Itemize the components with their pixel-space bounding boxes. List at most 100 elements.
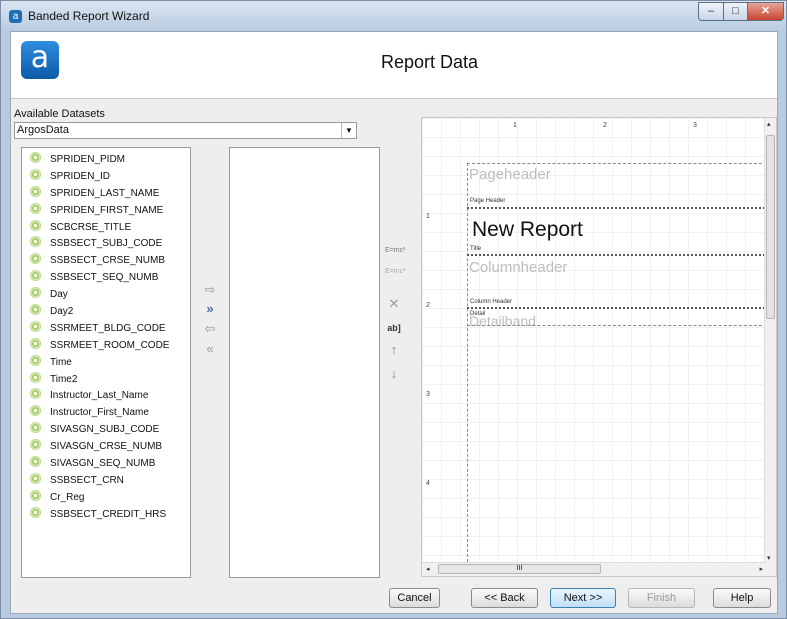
field-icon <box>30 304 41 316</box>
field-icon <box>30 168 41 180</box>
field-label: SCBCRSE_TITLE <box>50 221 132 233</box>
field-icon <box>30 405 41 417</box>
title-band-divider[interactable] <box>467 254 776 256</box>
app-icon: a <box>9 10 22 23</box>
formula-icon[interactable]: E=mc² <box>385 247 405 263</box>
dataset-dropdown[interactable]: ArgosData ▼ <box>14 122 357 139</box>
field-list-item[interactable]: SSBSECT_SEQ_NUMB <box>22 270 190 287</box>
column-header-band-divider[interactable] <box>467 307 776 309</box>
wizard-window: a Banded Report Wizard – □ ✕ a Report Da… <box>0 0 787 619</box>
field-icon <box>30 253 41 265</box>
scroll-down-arrow-icon[interactable]: ▾ <box>767 554 771 562</box>
field-list-item[interactable]: SIVASGN_SUBJ_CODE <box>22 422 190 439</box>
back-button[interactable]: << Back <box>471 588 538 608</box>
field-list-item[interactable]: SSRMEET_ROOM_CODE <box>22 337 190 355</box>
field-list-item[interactable]: Time <box>22 354 190 372</box>
field-icon <box>30 185 41 197</box>
field-list-item[interactable]: Cr_Reg <box>22 489 190 507</box>
field-list-item[interactable]: Time2 <box>22 371 190 389</box>
remove-all-fields-button[interactable]: « <box>201 342 219 356</box>
field-label: SSBSECT_SEQ_NUMB <box>50 272 159 284</box>
horizontal-scrollbar[interactable]: ◂ III ▸ <box>422 562 767 576</box>
field-icon <box>30 236 41 248</box>
field-list-item[interactable]: SSBSECT_CRSE_NUMB <box>22 253 190 270</box>
minimize-button[interactable]: – <box>698 2 724 21</box>
rename-icon[interactable]: ab] <box>385 320 403 336</box>
field-list-item[interactable]: SIVASGN_SEQ_NUMB <box>22 456 190 473</box>
argos-logo: a <box>21 41 59 79</box>
selected-fields-list[interactable] <box>229 147 380 578</box>
field-list-item[interactable]: SSRMEET_BLDG_CODE <box>22 320 190 338</box>
ruler-top-2: 2 <box>603 122 607 129</box>
delete-icon[interactable]: ✕ <box>385 296 403 312</box>
field-list-item[interactable]: SPRIDEN_LAST_NAME <box>22 185 190 203</box>
page-header-band-divider[interactable] <box>467 207 776 209</box>
scroll-right-arrow-icon[interactable]: ▸ <box>759 565 763 573</box>
dropdown-arrow-icon[interactable]: ▼ <box>341 123 356 138</box>
field-icon <box>30 337 41 349</box>
field-icon <box>30 152 41 163</box>
pageheader-ghost-text: Pageheader <box>469 166 551 183</box>
field-label: Instructor_Last_Name <box>50 390 149 402</box>
ruler-top-1: 1 <box>513 122 517 129</box>
field-list-item[interactable]: Instructor_Last_Name <box>22 388 190 405</box>
field-label: SSRMEET_BLDG_CODE <box>50 322 166 334</box>
ruler-left-1: 1 <box>426 213 430 220</box>
edit-formula-icon[interactable]: E=mc² <box>385 268 405 284</box>
page-title: Report Data <box>381 52 479 72</box>
detailband-ghost-text: Detailband <box>469 313 536 329</box>
field-list-item[interactable]: SCBCRSE_TITLE <box>22 219 190 237</box>
field-list-item[interactable]: Day <box>22 287 190 304</box>
field-icon <box>30 422 41 434</box>
field-label: SSBSECT_CRN <box>50 474 124 486</box>
field-label: SPRIDEN_ID <box>50 170 111 182</box>
field-icon <box>30 219 41 231</box>
report-title-text[interactable]: New Report <box>470 218 585 242</box>
field-icon <box>30 388 41 400</box>
maximize-button[interactable]: □ <box>723 2 748 21</box>
field-label: Day2 <box>50 306 74 318</box>
scroll-left-arrow-icon[interactable]: ◂ <box>426 565 430 573</box>
move-up-icon[interactable]: ↑ <box>385 342 403 358</box>
field-list-item[interactable]: SSBSECT_SUBJ_CODE <box>22 236 190 253</box>
field-list-item[interactable]: SPRIDEN_PIDM <box>22 152 190 169</box>
report-designer-canvas[interactable]: 1 2 3 1 2 3 4 Pageheader Page Header New… <box>421 117 777 577</box>
field-list-item[interactable]: Day2 <box>22 304 190 321</box>
page-header-band-label[interactable]: Page Header <box>470 198 505 204</box>
field-icon <box>30 456 41 468</box>
dataset-dropdown-value: ArgosData <box>17 124 69 136</box>
next-button[interactable]: Next >> <box>550 588 616 608</box>
field-icon <box>30 489 41 501</box>
vertical-scroll-thumb[interactable] <box>766 135 775 319</box>
field-list-item[interactable]: SPRIDEN_ID <box>22 168 190 186</box>
move-down-icon[interactable]: ↓ <box>385 366 403 382</box>
field-list-item[interactable]: SPRIDEN_FIRST_NAME <box>22 202 190 220</box>
cancel-button[interactable]: Cancel <box>389 588 440 608</box>
vertical-scrollbar[interactable]: ▴ ▾ <box>764 118 776 576</box>
scroll-up-arrow-icon[interactable]: ▴ <box>767 120 771 128</box>
available-fields-list[interactable]: SPRIDEN_PIDM SPRIDEN_ID SPRIDEN_LAST_NAME S… <box>21 147 191 578</box>
title-band-label[interactable]: Title <box>470 246 481 252</box>
field-label: Cr_Reg <box>50 491 85 503</box>
field-list-item[interactable]: Instructor_First_Name <box>22 405 190 422</box>
field-list-item[interactable]: SSBSECT_CREDIT_HRS <box>22 506 190 524</box>
field-icon <box>30 270 41 282</box>
field-label: SIVASGN_CRSE_NUMB <box>50 441 163 453</box>
field-label: SIVASGN_SUBJ_CODE <box>50 424 160 436</box>
field-icon <box>30 354 41 366</box>
field-list-item[interactable]: SIVASGN_CRSE_NUMB <box>22 439 190 456</box>
close-button[interactable]: ✕ <box>747 2 784 21</box>
add-field-button[interactable]: ⇨ <box>201 283 219 297</box>
ruler-top-3: 3 <box>693 122 697 129</box>
horizontal-scroll-thumb[interactable]: III <box>438 564 601 574</box>
title-bar[interactable]: a Banded Report Wizard – □ ✕ <box>1 1 786 31</box>
remove-field-button[interactable]: ⇦ <box>201 322 219 336</box>
field-list-item[interactable]: SSBSECT_CRN <box>22 472 190 490</box>
field-label: Day <box>50 289 68 301</box>
field-label: SPRIDEN_LAST_NAME <box>50 187 160 199</box>
help-button[interactable]: Help <box>713 588 771 608</box>
column-header-band-label[interactable]: Column Header <box>470 299 512 305</box>
finish-button[interactable]: Finish <box>628 588 695 608</box>
detail-band-bottom[interactable] <box>467 325 776 326</box>
add-all-fields-button[interactable]: » <box>201 302 219 316</box>
